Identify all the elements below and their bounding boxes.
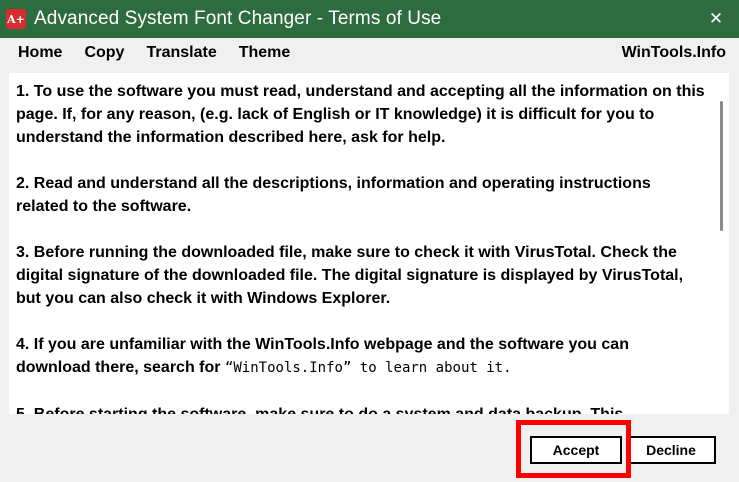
terms-paragraph-3: 3. Before running the downloaded file, m… <box>16 244 684 307</box>
menu-bar: Home Copy Translate Theme WinTools.Info <box>0 38 739 68</box>
menu-item-translate[interactable]: Translate <box>135 38 227 68</box>
terms-paragraph-4-quote: “WinTools.Info” to learn about it. <box>224 360 512 376</box>
menu-item-copy[interactable]: Copy <box>73 38 135 68</box>
close-icon[interactable]: ✕ <box>693 0 739 38</box>
accept-button[interactable]: Accept <box>530 436 622 464</box>
title-bar: A+ Advanced System Font Changer - Terms … <box>0 0 739 38</box>
terms-text: 1. To use the software you must read, un… <box>16 80 706 414</box>
app-icon: A+ <box>6 9 26 29</box>
scroll-thumb[interactable] <box>720 101 723 231</box>
menu-item-home[interactable]: Home <box>7 38 73 68</box>
terms-panel: 1. To use the software you must read, un… <box>9 73 729 414</box>
vertical-scrollbar[interactable] <box>712 73 729 414</box>
decline-button[interactable]: Decline <box>626 436 716 464</box>
terms-paragraph-2: 2. Read and understand all the descripti… <box>16 175 651 215</box>
terms-paragraph-1: 1. To use the software you must read, un… <box>16 83 705 146</box>
terms-paragraph-5: 5. Before starting the software, make su… <box>16 403 706 414</box>
window-title: Advanced System Font Changer - Terms of … <box>34 8 442 29</box>
terms-paragraph-4: 4. If you are unfamiliar with the WinToo… <box>16 333 706 380</box>
menu-item-theme[interactable]: Theme <box>228 38 302 68</box>
brand-link[interactable]: WinTools.Info <box>622 38 726 68</box>
